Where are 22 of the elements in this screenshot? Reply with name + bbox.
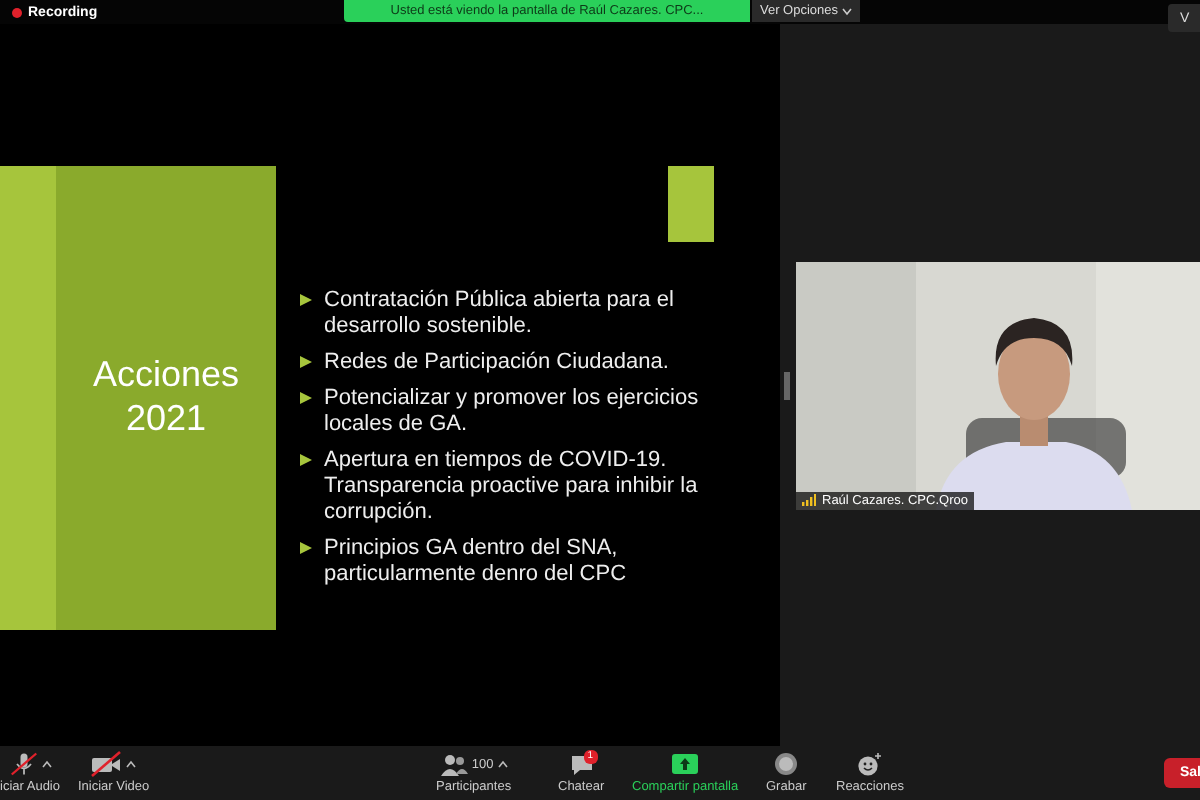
record-icon xyxy=(774,752,799,776)
signal-icon xyxy=(802,494,816,506)
bullet-text: Principios GA dentro del SNA, particularmente denro del CPC xyxy=(324,536,627,588)
bullet-text: Potencializar y promover los ejercicios locales de GA. xyxy=(324,386,699,438)
slide-title: Acciones 2021 xyxy=(90,352,242,442)
bullet-icon xyxy=(300,454,312,466)
caret-icon xyxy=(842,7,853,15)
bullet-text: Contratación Pública abierta para el desarrollo sostenible. xyxy=(324,288,674,340)
recording-dot xyxy=(12,7,22,17)
bullet-icon xyxy=(300,356,312,368)
bullet-icon xyxy=(300,542,312,554)
caret-icon[interactable] xyxy=(41,760,51,768)
bullet-text: Redes de Participación Ciudadana. xyxy=(324,350,669,376)
caret-icon[interactable] xyxy=(126,760,137,768)
caret-icon[interactable] xyxy=(497,760,508,768)
people-icon xyxy=(439,753,468,775)
smiley-icon xyxy=(856,752,883,776)
bullet-icon xyxy=(300,392,312,404)
bullet-icon xyxy=(300,294,312,306)
bullet-text: Apertura en tiempos de COVID-19. Transparencia proactive para inhibir la corrupción. xyxy=(324,448,698,526)
slide-accent-square xyxy=(668,166,714,242)
share-screen-icon xyxy=(672,754,699,774)
